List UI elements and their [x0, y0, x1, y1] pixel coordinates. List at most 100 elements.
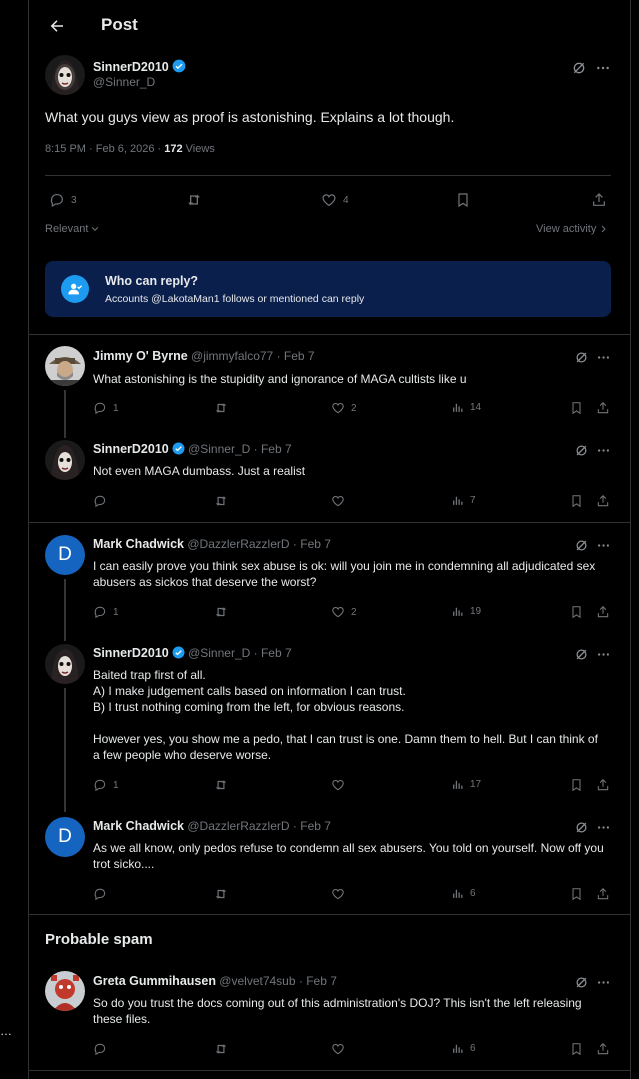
grok-icon[interactable] [574, 443, 589, 458]
reply-handle[interactable]: @DazzlerRazzlerD [187, 537, 289, 551]
bookmark-button[interactable] [570, 401, 583, 415]
reply-button[interactable]: 1 [93, 605, 119, 619]
repost-button[interactable] [185, 192, 203, 208]
reply-handle[interactable]: @velvet74sub [219, 974, 295, 988]
share-button[interactable] [596, 887, 610, 901]
like-button[interactable] [331, 1042, 345, 1056]
author-handle[interactable]: @Sinner_D [93, 75, 155, 89]
author-name[interactable]: SinnerD2010 [93, 60, 169, 74]
grok-icon[interactable] [574, 820, 589, 835]
grok-icon[interactable] [571, 60, 587, 76]
reply-date[interactable]: · Feb 7 [293, 819, 331, 833]
more-options-icon[interactable] [596, 443, 611, 458]
avatar[interactable] [45, 346, 85, 386]
bookmark-button[interactable] [570, 778, 583, 792]
bookmark-icon [570, 605, 583, 619]
reply-handle[interactable]: @Sinner_D [188, 646, 250, 660]
repost-button[interactable] [213, 1042, 229, 1056]
bookmark-button[interactable] [456, 192, 470, 208]
avatar[interactable] [45, 55, 85, 95]
views-button[interactable]: 14 [451, 401, 481, 414]
post-author-row: SinnerD2010 [93, 58, 186, 76]
more-options-icon[interactable] [596, 647, 611, 662]
reply-author[interactable]: SinnerD2010 [93, 646, 169, 660]
repost-button[interactable] [213, 605, 229, 619]
thread-connector [64, 688, 66, 812]
reply-author[interactable]: Mark Chadwick [93, 537, 184, 551]
reply-date[interactable]: · Feb 7 [254, 442, 292, 456]
more-options-icon[interactable] [595, 60, 611, 76]
reply-author[interactable]: Mark Chadwick [93, 819, 184, 833]
reply-author[interactable]: Greta Gummihausen [93, 974, 216, 988]
repost-button[interactable] [213, 778, 229, 792]
like-button[interactable]: 2 [331, 605, 357, 619]
share-button[interactable] [596, 401, 610, 415]
view-activity-link[interactable]: View activity [536, 223, 608, 235]
bookmark-button[interactable] [570, 605, 583, 619]
repost-button[interactable] [213, 401, 229, 415]
reply-handle[interactable]: @jimmyfalco77 [191, 349, 273, 363]
reply-author[interactable]: SinnerD2010 [93, 442, 169, 456]
reply-button[interactable] [93, 887, 107, 901]
share-icon [596, 887, 610, 901]
like-button[interactable] [331, 778, 345, 792]
views-button[interactable]: 7 [451, 494, 476, 507]
share-button[interactable] [591, 192, 607, 208]
reply-date[interactable]: · Feb 7 [254, 646, 292, 660]
views-button[interactable]: 17 [451, 778, 481, 791]
reply-line-blank [93, 715, 605, 731]
reply-author[interactable]: Jimmy O' Byrne [93, 349, 188, 363]
bookmark-button[interactable] [570, 887, 583, 901]
side-more-dots[interactable]: … [0, 1024, 12, 1038]
avatar[interactable]: D [45, 535, 85, 575]
views-button[interactable]: 6 [451, 887, 476, 900]
grok-icon[interactable] [574, 350, 589, 365]
more-options-icon[interactable] [596, 820, 611, 835]
share-button[interactable] [596, 605, 610, 619]
post-meta: 8:15 PM · Feb 6, 2026 · 172 Views [45, 143, 215, 155]
reply-date[interactable]: · Feb 7 [277, 349, 315, 363]
sort-label: Relevant [45, 223, 89, 235]
views-count: 6 [470, 888, 476, 899]
sort-dropdown[interactable]: Relevant [45, 223, 100, 235]
reply-header: SinnerD2010 @Sinner_D · Feb 7 [93, 442, 292, 456]
more-options-icon[interactable] [596, 975, 611, 990]
like-button[interactable] [331, 494, 345, 508]
reply-button[interactable] [93, 1042, 107, 1056]
like-button[interactable] [331, 887, 345, 901]
avatar[interactable] [45, 644, 85, 684]
reply-button[interactable]: 1 [93, 778, 119, 792]
share-button[interactable] [596, 494, 610, 508]
like-icon [331, 605, 345, 619]
post-timestamp[interactable]: 8:15 PM · Feb 6, 2026 · [45, 143, 164, 155]
share-button[interactable] [596, 778, 610, 792]
share-button[interactable] [596, 1042, 610, 1056]
grok-icon[interactable] [574, 538, 589, 553]
reply-date[interactable]: · Feb 7 [299, 974, 337, 988]
reply-handle[interactable]: @Sinner_D [188, 442, 250, 456]
page-title: Post [101, 15, 138, 34]
views-button[interactable]: 19 [451, 605, 481, 618]
avatar[interactable] [45, 971, 85, 1011]
avatar[interactable]: D [45, 817, 85, 857]
reply-date[interactable]: · Feb 7 [293, 537, 331, 551]
repost-button[interactable] [213, 887, 229, 901]
back-arrow-icon[interactable] [45, 14, 69, 38]
reply-button[interactable]: 3 [49, 192, 77, 208]
like-button[interactable]: 4 [321, 192, 349, 208]
grok-icon[interactable] [574, 975, 589, 990]
view-count: 172 [164, 143, 183, 155]
avatar[interactable] [45, 440, 85, 480]
reply-handle[interactable]: @DazzlerRazzlerD [187, 819, 289, 833]
reply-text: What astonishing is the stupidity and ig… [93, 372, 467, 386]
views-button[interactable]: 6 [451, 1042, 476, 1055]
like-button[interactable]: 2 [331, 401, 357, 415]
bookmark-button[interactable] [570, 1042, 583, 1056]
more-options-icon[interactable] [596, 538, 611, 553]
grok-icon[interactable] [574, 647, 589, 662]
more-options-icon[interactable] [596, 350, 611, 365]
bookmark-button[interactable] [570, 494, 583, 508]
repost-button[interactable] [213, 494, 229, 508]
reply-button[interactable]: 1 [93, 401, 119, 415]
reply-button[interactable] [93, 494, 107, 508]
